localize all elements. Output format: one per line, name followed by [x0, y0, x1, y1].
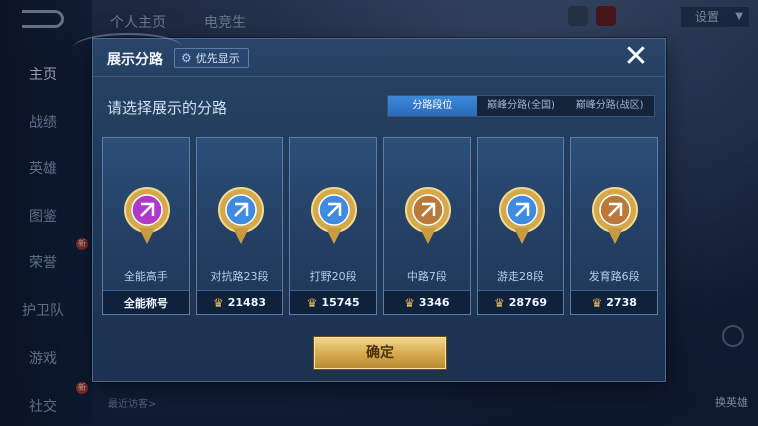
lane-card[interactable]: 全能高手 全能称号	[102, 137, 190, 315]
lane-card[interactable]: 中路7段 ♛ 3346	[383, 137, 471, 315]
lane-card[interactable]: 对抗路23段 ♛ 21483	[195, 137, 284, 315]
dialog-title: 展示分路	[107, 52, 163, 68]
lane-name: 中路7段	[406, 270, 447, 283]
lane-score: ♛ 15745	[290, 290, 377, 314]
lane-card[interactable]: 发育路6段 ♛ 2738	[570, 137, 659, 315]
lane-score-value: 3346	[418, 296, 450, 309]
lane-name: 发育路6段	[588, 270, 640, 283]
tab-peak-national[interactable]: 巅峰分路(全国)	[477, 96, 566, 116]
gear-icon: ⚙	[181, 51, 192, 65]
tab-lane-rank[interactable]: 分路段位	[388, 96, 477, 116]
mid-lane-emblem-icon	[405, 187, 452, 244]
close-icon[interactable]: ✕	[621, 42, 651, 72]
roam-emblem-icon	[498, 187, 545, 244]
lane-name: 打野20段	[309, 270, 357, 283]
clash-lane-emblem-icon	[217, 187, 264, 244]
lane-score: ♛ 3346	[384, 290, 470, 314]
lane-score: ♛ 2738	[571, 290, 658, 314]
lane-score-value: 28769	[508, 296, 548, 309]
trophy-icon: ♛	[591, 295, 603, 310]
lane-score: ♛ 28769	[477, 290, 564, 314]
lane-card-list: 全能高手 全能称号 对抗路23段 ♛ 21483 打野20段 ♛ 15745 中路7段 ♛ 3346…	[102, 137, 659, 315]
prefer-display-button[interactable]: ⚙ 优先显示	[174, 48, 249, 68]
trophy-icon: ♛	[306, 295, 318, 310]
trophy-icon: ♛	[212, 295, 224, 310]
lane-name: 游走28段	[497, 270, 545, 283]
confirm-button[interactable]: 确定	[314, 337, 446, 369]
lane-score-value: 15745	[321, 296, 360, 309]
lane-score-value: 21483	[227, 296, 267, 309]
lane-score-value: 全能称号	[123, 296, 168, 310]
farm-lane-emblem-icon	[592, 187, 639, 244]
lane-score-value: 2738	[606, 296, 637, 309]
jungle-emblem-icon	[311, 187, 358, 244]
lane-card[interactable]: 游走28段 ♛ 28769	[476, 137, 565, 315]
trophy-icon: ♛	[494, 295, 505, 310]
lane-name: 对抗路23段	[210, 270, 269, 283]
tab-peak-region[interactable]: 巅峰分路(战区)	[565, 96, 654, 116]
lane-score: ♛ 21483	[196, 290, 283, 314]
lane-display-dialog: 展示分路 ⚙ 优先显示 ✕ 请选择展示的分路 分路段位 巅峰分路(全国) 巅峰分…	[73, 33, 666, 382]
prefer-display-label: 优先显示	[195, 52, 240, 65]
lane-score: 全能称号	[103, 290, 189, 314]
trophy-icon: ♛	[404, 295, 415, 310]
dialog-subtitle: 请选择展示的分路	[107, 99, 228, 117]
all-round-emblem-icon	[124, 187, 170, 244]
dialog-header: 展示分路 ⚙ 优先显示 ✕	[73, 33, 665, 77]
lane-card[interactable]: 打野20段 ♛ 15745	[289, 137, 378, 315]
lane-tabs: 分路段位 巅峰分路(全国) 巅峰分路(战区)	[387, 95, 655, 117]
lane-name: 全能高手	[123, 270, 168, 283]
